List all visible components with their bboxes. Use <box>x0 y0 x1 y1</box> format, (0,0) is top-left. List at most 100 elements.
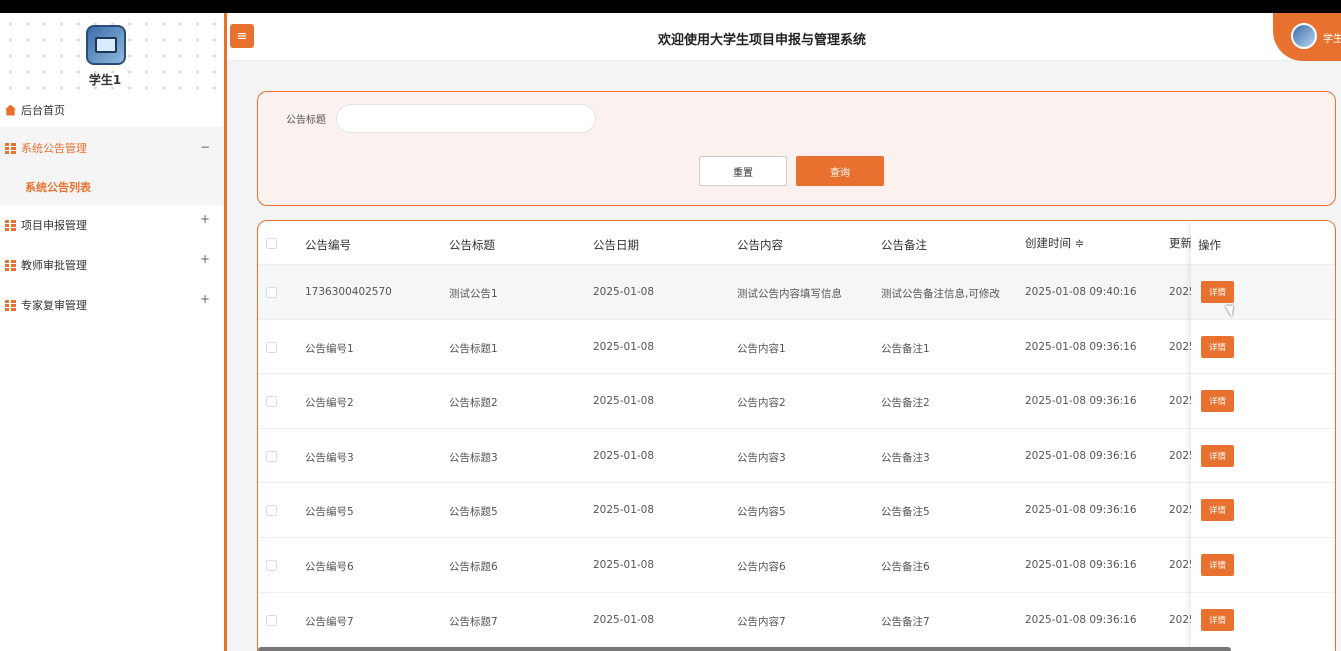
column-header-sortable[interactable]: 创建时间 ≑ <box>1025 235 1084 251</box>
table-cell: 公告内容3 <box>737 451 786 464</box>
table-cell: 公告标题7 <box>449 615 498 628</box>
grid-icon <box>5 219 16 231</box>
table-cell: 公告编号7 <box>305 615 354 628</box>
expand-icon[interactable]: + <box>200 292 210 306</box>
column-header: 更新 <box>1169 236 1192 250</box>
search-panel: 公告标题 重置 查询 <box>257 91 1336 206</box>
search-label: 公告标题 <box>286 115 326 126</box>
operation-cell: 详情 <box>1191 482 1335 537</box>
reset-button[interactable]: 重置 <box>699 156 787 186</box>
row-checkbox[interactable] <box>266 287 277 298</box>
table-cell: 公告编号5 <box>305 506 354 519</box>
table-row[interactable]: 1736300402570 测试公告1 2025-01-08 测试公告内容填写信息 测试… <box>258 264 1335 319</box>
table-row[interactable]: 公告编号5 公告标题5 2025-01-08 公告内容5 公告备注5 2025-01-08… <box>258 482 1335 537</box>
sidebar-item-expert-review[interactable]: 专家复审管理 + <box>0 285 224 325</box>
table-cell: 2025-01-08 <box>593 449 655 462</box>
row-checkbox[interactable] <box>266 450 277 462</box>
expand-icon[interactable]: + <box>200 212 210 226</box>
table-cell: 1736300402570 <box>305 286 392 298</box>
sidebar-subitem-notice-list[interactable]: 系统公告列表 <box>0 169 224 205</box>
column-header-operation: 操作 <box>1198 238 1221 252</box>
table-cell: 2025-01-08 <box>593 613 655 626</box>
table-cell: 2025-01-08 09:36:16 <box>1025 395 1137 408</box>
table-cell: 公告备注2 <box>881 397 930 410</box>
column-header: 公告标题 <box>449 238 495 252</box>
table-cell: 公告编号2 <box>305 397 354 410</box>
column-header: 公告备注 <box>881 238 927 252</box>
sidebar-item-label: 后台首页 <box>21 104 65 117</box>
detail-button[interactable]: 详情 <box>1201 554 1234 576</box>
user-menu[interactable]: 学生 <box>1273 13 1341 61</box>
table-cell: 2025-01-08 09:36:16 <box>1025 504 1137 517</box>
table-cell: 公告内容6 <box>737 561 786 573</box>
table-header: 公告编号 公告标题 公告日期 公告内容 公告备注 创建时间 ≑ 更新 <box>258 221 1335 265</box>
sidebar-item-label: 系统公告管理 <box>21 142 87 155</box>
table-cell: 公告标题2 <box>449 397 498 410</box>
row-checkbox[interactable] <box>266 505 277 517</box>
detail-button[interactable]: 详情 <box>1201 390 1234 413</box>
table-cell: 公告编号3 <box>305 451 354 464</box>
row-checkbox[interactable] <box>266 560 277 571</box>
horizontal-scrollbar[interactable] <box>258 647 1231 651</box>
table-cell: 2025-01-08 <box>593 559 655 571</box>
sidebar-item-notice-management[interactable]: 系统公告管理 − <box>0 127 224 169</box>
notice-title-input[interactable] <box>336 104 596 133</box>
operation-cell: 详情 <box>1191 591 1335 647</box>
table-cell: 2025-01-08 09:40:16 <box>1025 286 1137 298</box>
sidebar-item-label: 教师审批管理 <box>21 259 87 272</box>
username: 学生1 <box>88 73 122 87</box>
avatar[interactable] <box>86 25 126 65</box>
table-cell: 2025-01-08 09:36:16 <box>1025 449 1137 462</box>
operation-cell: 详情 <box>1191 264 1335 319</box>
header: ≡ 欢迎使用大学生项目申报与管理系统 学生 <box>227 13 1341 61</box>
table-cell: 测试公告内容填写信息 <box>737 288 842 300</box>
sidebar-item-home[interactable]: 后台首页 <box>0 93 224 127</box>
row-checkbox[interactable] <box>266 396 277 408</box>
grid-icon <box>5 299 16 311</box>
operation-cell: 详情 <box>1191 318 1335 374</box>
detail-button[interactable]: 详情 <box>1201 444 1234 467</box>
sidebar-item-label: 专家复审管理 <box>21 299 87 312</box>
table-cell: 公告备注3 <box>881 451 930 464</box>
detail-button[interactable]: 详情 <box>1201 608 1234 631</box>
table-row[interactable]: 公告编号1 公告标题1 2025-01-08 公告内容1 公告备注1 2025-01-08… <box>258 318 1335 374</box>
page-title: 欢迎使用大学生项目申报与管理系统 <box>657 33 866 48</box>
table-cell: 公告标题3 <box>449 451 498 464</box>
table-row[interactable]: 公告编号6 公告标题6 2025-01-08 公告内容6 公告备注6 2025-01-08… <box>258 537 1335 592</box>
table-cell: 2025-01-08 <box>593 286 655 298</box>
detail-button[interactable]: 详情 <box>1201 281 1234 303</box>
column-header: 公告内容 <box>737 238 783 252</box>
collapse-icon[interactable]: − <box>200 140 210 154</box>
query-button[interactable]: 查询 <box>796 156 884 186</box>
sidebar-item-label: 项目申报管理 <box>21 219 87 232</box>
sidebar-item-teacher-approval[interactable]: 教师审批管理 + <box>0 245 224 285</box>
grid-icon <box>5 259 16 271</box>
table-cell: 公告内容5 <box>737 506 786 519</box>
sidebar-divider <box>224 13 227 651</box>
table-cell: 测试公告备注信息,可修改 <box>881 288 1000 300</box>
table-cell: 公告备注5 <box>881 506 930 519</box>
notice-table: 公告编号 公告标题 公告日期 公告内容 公告备注 创建时间 ≑ 更新 17363… <box>257 220 1336 651</box>
detail-button[interactable]: 详情 <box>1201 499 1234 522</box>
table-cell: 公告标题6 <box>449 561 498 573</box>
expand-icon[interactable]: + <box>200 252 210 266</box>
table-cell: 公告标题5 <box>449 506 498 519</box>
table-row[interactable]: 公告编号3 公告标题3 2025-01-08 公告内容3 公告备注3 2025-01-08… <box>258 427 1335 483</box>
table-cell: 公告编号1 <box>305 342 354 355</box>
profile-area: 学生1 <box>0 13 224 91</box>
computer-icon <box>95 37 117 53</box>
row-checkbox[interactable] <box>266 614 277 626</box>
table-cell: 2025-01-08 <box>593 504 655 517</box>
row-checkbox[interactable] <box>266 341 277 353</box>
table-cell: 2025-01-08 <box>593 340 655 353</box>
table-cell: 公告编号6 <box>305 561 354 573</box>
table-row[interactable]: 公告编号7 公告标题7 2025-01-08 公告内容7 公告备注7 2025-01-08… <box>258 591 1335 647</box>
sidebar-item-project-application[interactable]: 项目申报管理 + <box>0 205 224 245</box>
table-cell: 公告内容7 <box>737 615 786 628</box>
grid-icon <box>5 142 16 154</box>
table-row[interactable]: 公告编号2 公告标题2 2025-01-08 公告内容2 公告备注2 2025-01-08… <box>258 373 1335 428</box>
column-header: 公告编号 <box>305 238 351 252</box>
select-all-checkbox[interactable] <box>266 238 277 249</box>
table-cell: 测试公告1 <box>449 288 498 300</box>
detail-button[interactable]: 详情 <box>1201 335 1234 358</box>
